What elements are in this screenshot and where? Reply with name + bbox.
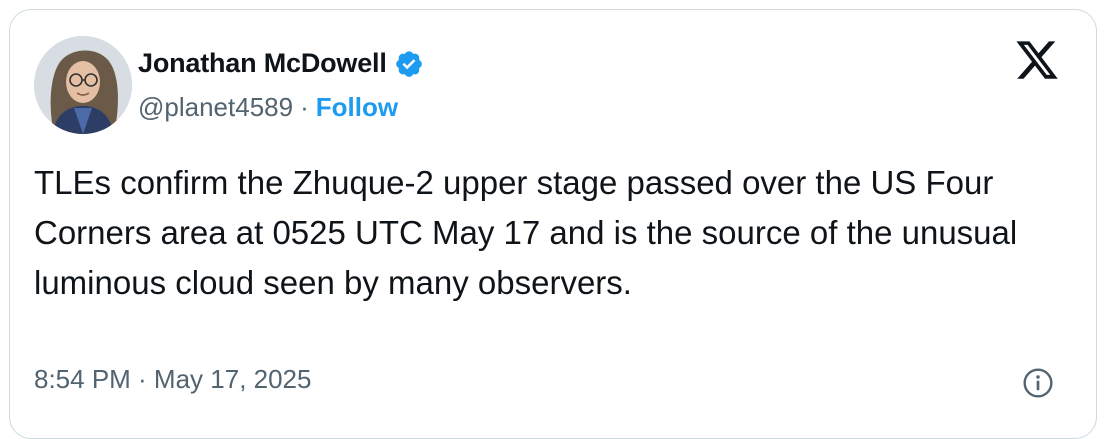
author-name-row: Jonathan McDowell xyxy=(138,48,424,79)
avatar[interactable] xyxy=(34,36,132,134)
follow-button[interactable]: Follow xyxy=(316,92,398,123)
tweet-text: TLEs confirm the Zhuque-2 upper stage pa… xyxy=(34,164,1018,301)
verified-badge-icon xyxy=(395,50,422,77)
author-handle-row: @planet4589 · Follow xyxy=(138,92,398,123)
x-logo-icon[interactable] xyxy=(1014,37,1060,83)
tweet-timestamp[interactable]: 8:54 PM · May 17, 2025 xyxy=(34,364,311,395)
tweet-embed-card: Jonathan McDowell @planet4589 · Follow T… xyxy=(9,9,1097,439)
author-handle[interactable]: @planet4589 xyxy=(138,92,293,123)
separator-dot: · xyxy=(300,92,309,122)
author-display-name[interactable]: Jonathan McDowell xyxy=(138,48,387,79)
avatar-image xyxy=(34,36,132,134)
info-icon[interactable] xyxy=(1022,367,1054,399)
